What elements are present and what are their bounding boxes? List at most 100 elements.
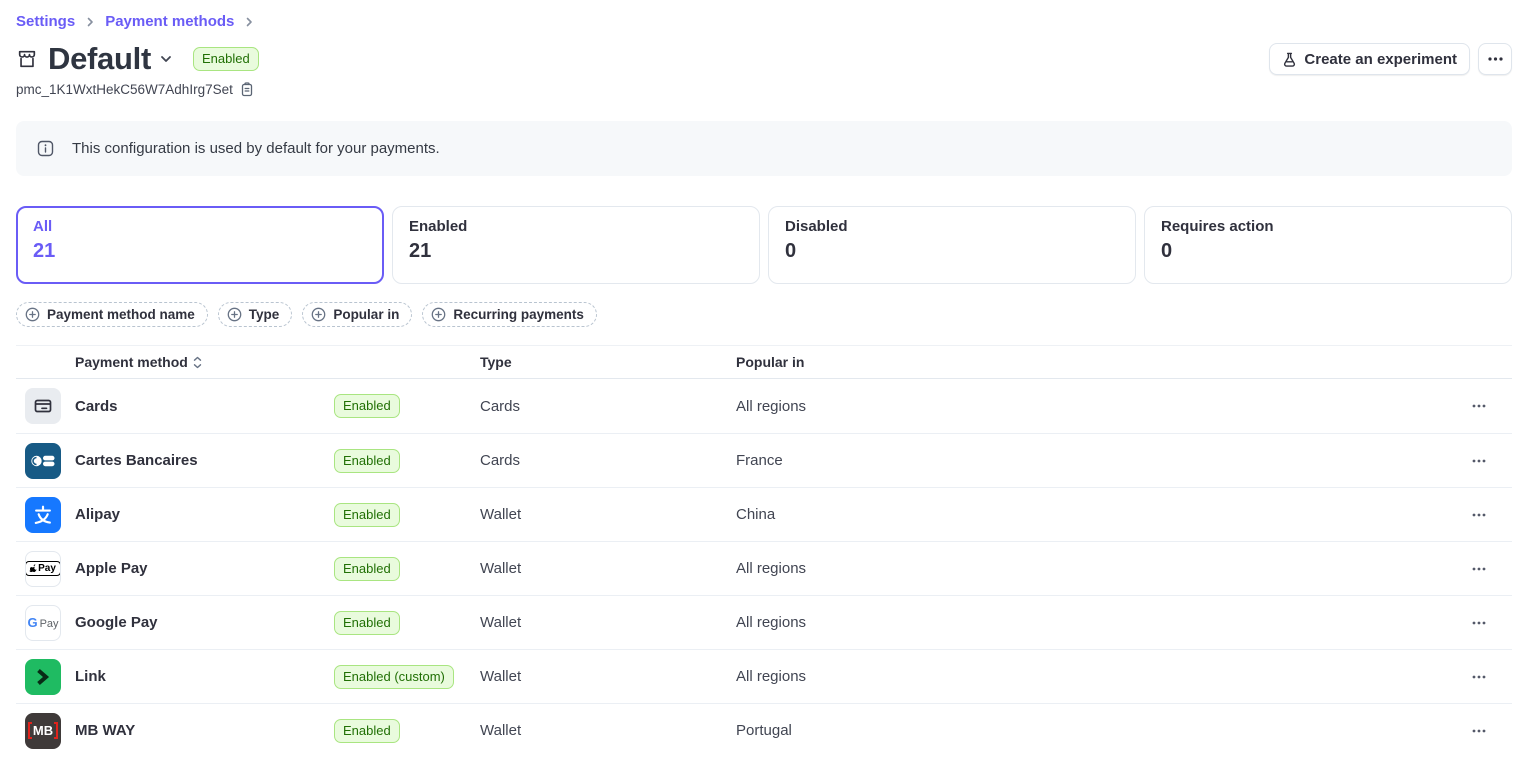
payment-method-name: Link (75, 668, 334, 685)
chevron-down-icon[interactable] (159, 52, 173, 66)
filter-type[interactable]: Type (218, 302, 293, 327)
header-overflow-button[interactable] (1478, 43, 1512, 75)
overflow-icon (1488, 57, 1503, 61)
row-status-badge: Enabled (334, 503, 400, 527)
chevron-right-icon (243, 16, 255, 28)
row-status-badge: Enabled (334, 449, 400, 473)
row-overflow-button[interactable] (1464, 447, 1494, 475)
filter-recurring-payments[interactable]: Recurring payments (422, 302, 597, 327)
banner-text: This configuration is used by default fo… (72, 140, 440, 157)
link-icon (25, 659, 61, 695)
copy-icon[interactable] (240, 82, 254, 97)
row-type: Cards (480, 398, 736, 415)
config-id: pmc_1K1WxtHekC56W7AdhIrg7Set (16, 82, 233, 97)
plus-circle-icon (25, 307, 40, 322)
page-header: Default Enabled Create an experiment (16, 41, 1512, 77)
stat-card-enabled[interactable]: Enabled 21 (392, 206, 760, 284)
payment-method-name: MB WAY (75, 722, 334, 739)
row-popular-in: China (736, 506, 1464, 523)
stat-value: 21 (409, 240, 743, 263)
cards-icon (25, 388, 61, 424)
row-popular-in: All regions (736, 398, 1464, 415)
breadcrumb-settings[interactable]: Settings (16, 13, 75, 30)
stat-value: 0 (785, 240, 1119, 263)
row-overflow-button[interactable] (1464, 717, 1494, 745)
row-overflow-button[interactable] (1464, 392, 1494, 420)
breadcrumb: Settings Payment methods (16, 13, 1512, 30)
row-type: Wallet (480, 722, 736, 739)
filter-label: Payment method name (47, 307, 195, 322)
filter-label: Popular in (333, 307, 399, 322)
storefront-icon (16, 48, 38, 70)
filter-label: Recurring payments (453, 307, 584, 322)
column-popular-in: Popular in (736, 354, 1464, 370)
table-row-alipay[interactable]: Alipay Enabled Wallet China (16, 487, 1512, 541)
stat-card-all[interactable]: All 21 (16, 206, 384, 284)
payment-method-name: Apple Pay (75, 560, 334, 577)
plus-circle-icon (311, 307, 326, 322)
row-type: Wallet (480, 560, 736, 577)
stat-card-disabled[interactable]: Disabled 0 (768, 206, 1136, 284)
stat-label: Requires action (1161, 218, 1495, 235)
row-popular-in: Portugal (736, 722, 1464, 739)
header-actions: Create an experiment (1269, 43, 1512, 75)
row-status-badge: Enabled (334, 557, 400, 581)
column-label: Payment method (75, 354, 188, 370)
plus-circle-icon (431, 307, 446, 322)
cartes-bancaires-icon (25, 443, 61, 479)
row-status-badge: Enabled (custom) (334, 665, 454, 689)
payment-methods-table: Payment method Type Popular in Cards Ena… (16, 345, 1512, 757)
table-row-link[interactable]: Link Enabled (custom) Wallet All regions (16, 649, 1512, 703)
row-status-badge: Enabled (334, 719, 400, 743)
table-row-mb-way[interactable]: MB MB WAY Enabled Wallet Portugal (16, 703, 1512, 757)
row-type: Wallet (480, 614, 736, 631)
column-payment-method[interactable]: Payment method (75, 354, 480, 370)
row-type: Cards (480, 452, 736, 469)
mb-way-icon: MB (25, 713, 61, 749)
stat-value: 21 (33, 240, 367, 263)
create-experiment-button[interactable]: Create an experiment (1269, 43, 1470, 75)
stat-label: Disabled (785, 218, 1119, 235)
table-row-cartes-bancaires[interactable]: Cartes Bancaires Enabled Cards France (16, 433, 1512, 487)
status-badge: Enabled (193, 47, 259, 71)
alipay-icon (25, 497, 61, 533)
filter-bar: Payment method name Type Popular in Recu… (16, 302, 1512, 327)
row-status-badge: Enabled (334, 611, 400, 635)
filter-label: Type (249, 307, 280, 322)
row-popular-in: All regions (736, 668, 1464, 685)
filter-payment-method-name[interactable]: Payment method name (16, 302, 208, 327)
config-id-row: pmc_1K1WxtHekC56W7AdhIrg7Set (16, 82, 1512, 97)
table-row-apple-pay[interactable]: Pay Apple Pay Enabled Wallet All regions (16, 541, 1512, 595)
row-type: Wallet (480, 668, 736, 685)
row-overflow-button[interactable] (1464, 609, 1494, 637)
sort-icon (193, 356, 202, 369)
table-row-cards[interactable]: Cards Enabled Cards All regions (16, 379, 1512, 433)
stat-cards: All 21 Enabled 21 Disabled 0 Requires ac… (16, 206, 1512, 284)
chevron-right-icon (84, 16, 96, 28)
payment-method-name: Cards (75, 398, 334, 415)
create-experiment-label: Create an experiment (1304, 51, 1457, 68)
stat-label: All (33, 218, 367, 235)
apple-pay-icon: Pay (25, 551, 61, 587)
payment-method-name: Cartes Bancaires (75, 452, 334, 469)
stat-value: 0 (1161, 240, 1495, 263)
stat-label: Enabled (409, 218, 743, 235)
row-overflow-button[interactable] (1464, 663, 1494, 691)
row-popular-in: All regions (736, 560, 1464, 577)
row-overflow-button[interactable] (1464, 555, 1494, 583)
flask-icon (1282, 52, 1297, 67)
filter-popular-in[interactable]: Popular in (302, 302, 412, 327)
payment-methods-page: Settings Payment methods Default Enabled (0, 13, 1528, 757)
payment-method-name: Google Pay (75, 614, 334, 631)
breadcrumb-payment-methods[interactable]: Payment methods (105, 13, 234, 30)
table-row-google-pay[interactable]: GPay Google Pay Enabled Wallet All regio… (16, 595, 1512, 649)
row-status-badge: Enabled (334, 394, 400, 418)
column-type: Type (480, 354, 736, 370)
info-banner: This configuration is used by default fo… (16, 121, 1512, 176)
row-overflow-button[interactable] (1464, 501, 1494, 529)
google-pay-icon: GPay (25, 605, 61, 641)
table-header: Payment method Type Popular in (16, 345, 1512, 379)
payment-method-name: Alipay (75, 506, 334, 523)
info-icon (37, 140, 54, 157)
stat-card-requires-action[interactable]: Requires action 0 (1144, 206, 1512, 284)
